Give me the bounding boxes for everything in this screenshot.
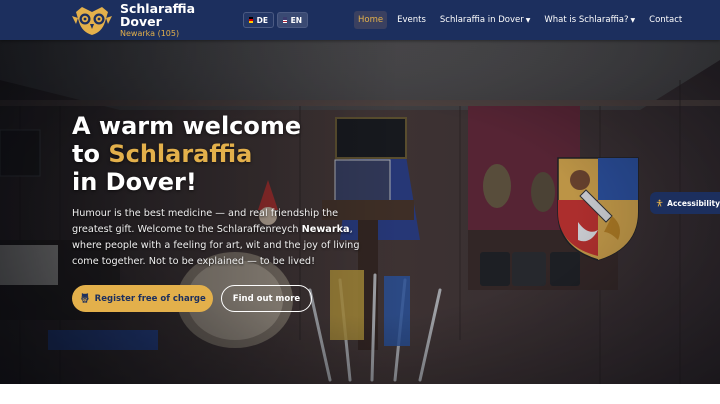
register-button[interactable]: 🦉︎ Register free of charge (72, 285, 213, 312)
headline-to: to (72, 140, 100, 168)
intro-bold-newarka: Newarka (301, 224, 350, 235)
accessibility-label: Accessibility (667, 198, 720, 208)
top-navigation-bar: Schlaraffia Dover Newarka (105) DE EN Ho… (0, 0, 720, 40)
nav-events[interactable]: Events (393, 11, 430, 29)
hero-headline: A warm welcome to Schlaraffia in Dover! (72, 112, 301, 196)
hero-intro-text: Humour is the best medicine — and real f… (72, 206, 362, 270)
headline-line1: A warm welcome (72, 112, 302, 140)
accessibility-button[interactable]: Accessibility (650, 192, 720, 214)
language-code-de: DE (256, 15, 268, 25)
caret-down-icon: ▼ (630, 17, 636, 24)
nav-home[interactable]: Home (354, 11, 388, 29)
owl-small-icon: 🦉︎ (79, 293, 91, 304)
us-flag-icon (283, 17, 287, 23)
german-flag-icon (249, 17, 253, 23)
nav-schlaraffia-in-dover[interactable]: Schlaraffia in Dover ▼ (436, 11, 534, 29)
headline-line3: in Dover! (72, 168, 197, 196)
caret-down-icon: ▼ (525, 17, 531, 24)
brand-title-line2: Dover (120, 14, 162, 29)
main-nav: Home Events Schlaraffia in Dover ▼ What i… (354, 11, 692, 29)
brand[interactable]: Schlaraffia Dover Newarka (105) (72, 2, 195, 38)
nav-contact[interactable]: Contact (645, 11, 686, 29)
brand-subtitle: Newarka (105) (120, 29, 180, 38)
nav-schlaraffia-in-dover-label: Schlaraffia in Dover (439, 15, 524, 25)
hero-section: A warm welcome to Schlaraffia in Dover! … (0, 40, 720, 384)
accessibility-icon (656, 199, 663, 207)
owl-logo-icon (72, 7, 112, 35)
find-out-more-button[interactable]: Find out more (221, 285, 312, 312)
headline-accent: Schlaraffia (108, 140, 253, 168)
language-code-en: EN (290, 15, 302, 25)
language-switch-de[interactable]: DE (243, 12, 274, 28)
register-button-label: Register free of charge (94, 293, 206, 304)
nav-what-is-schlaraffia[interactable]: What is Schlaraffia? ▼ (540, 11, 639, 29)
intro-part1: Humour is the best medicine — and real f… (72, 208, 339, 235)
nav-what-is-schlaraffia-label: What is Schlaraffia? (544, 15, 629, 25)
language-switch-en[interactable]: EN (277, 12, 308, 28)
